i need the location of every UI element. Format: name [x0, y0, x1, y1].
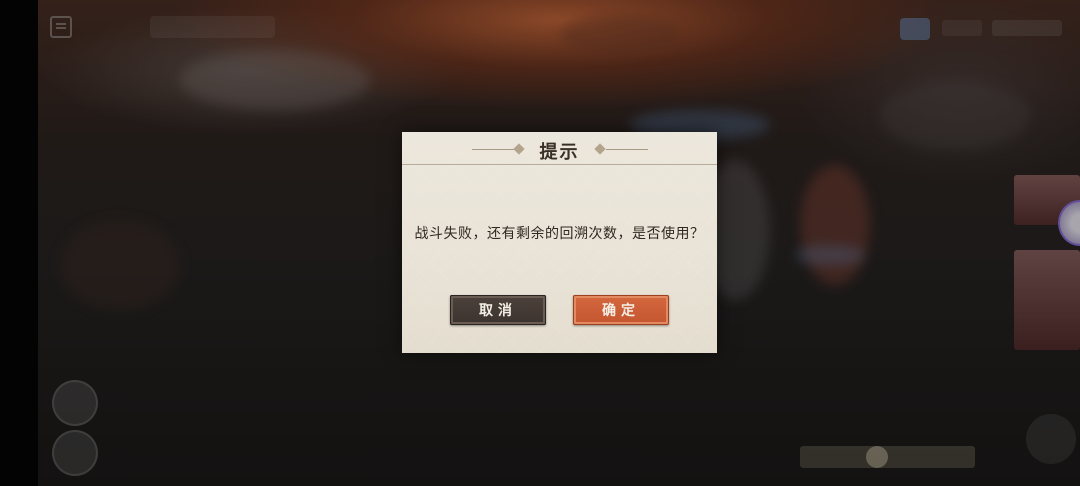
dialog-header: 提示: [402, 132, 717, 165]
dialog-title: 提示: [539, 142, 580, 163]
game-screen: 提示 战斗失败，还有剩余的回溯次数，是否使用？ 取消 确定: [0, 0, 1080, 486]
confirm-button[interactable]: 确定: [573, 295, 669, 325]
prompt-dialog: 提示 战斗失败，还有剩余的回溯次数，是否使用？ 取消 确定: [402, 132, 717, 353]
cancel-button[interactable]: 取消: [450, 295, 546, 325]
dialog-message: 战斗失败，还有剩余的回溯次数，是否使用？: [414, 226, 705, 242]
